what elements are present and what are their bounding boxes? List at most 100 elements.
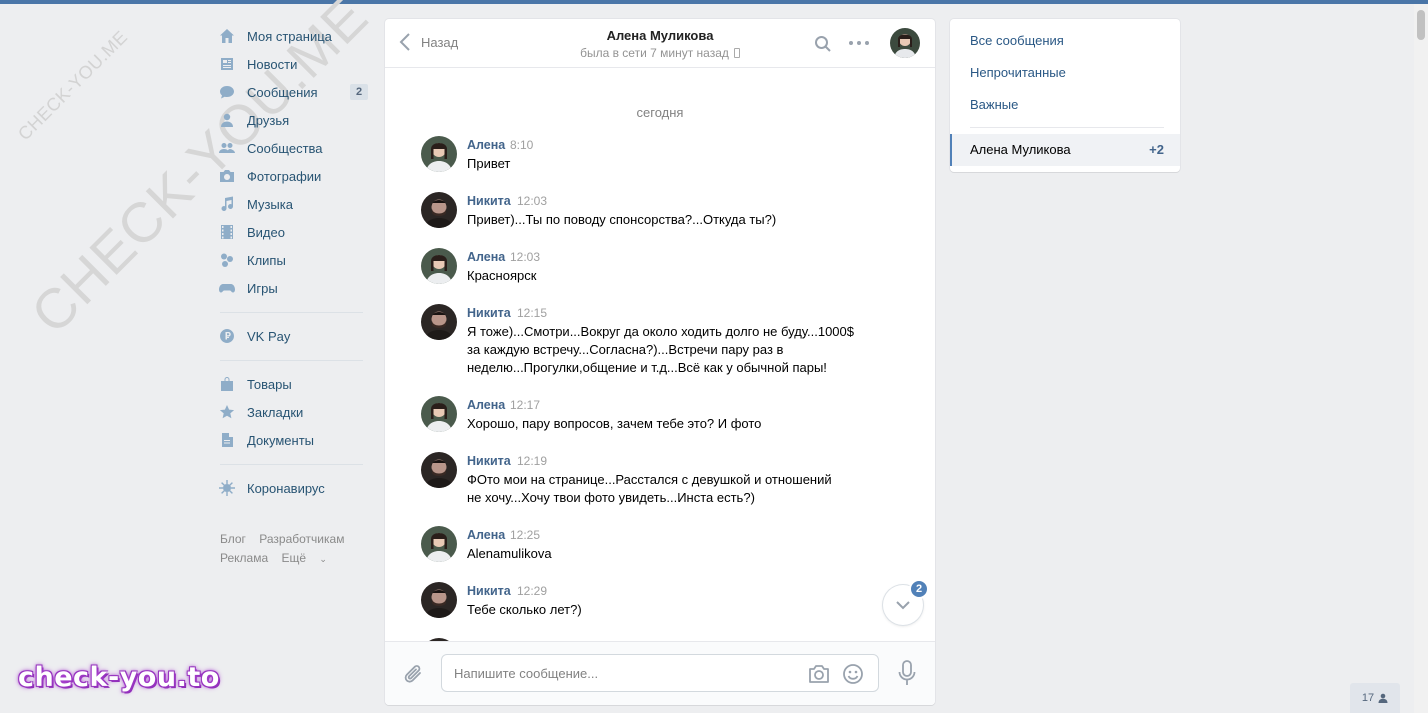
nav-item-friends[interactable]: Друзья (218, 106, 368, 134)
filter-all-messages[interactable]: Все сообщения (970, 33, 1064, 48)
nav-item-label: Моя страница (247, 28, 332, 44)
nav-item-vk-pay[interactable]: VK Pay (218, 322, 368, 350)
footer-link-developers[interactable]: Разработчикам (259, 532, 344, 546)
nav-item-goods[interactable]: Товары (218, 370, 368, 398)
message-author[interactable]: Никита (467, 194, 511, 208)
alena-avatar[interactable] (421, 396, 457, 432)
page-scrollbar[interactable] (1414, 4, 1428, 713)
message-text: Тебе сколько лет?) (467, 602, 582, 617)
nav-item-label: Закладки (247, 404, 304, 420)
message-time: 12:15 (517, 306, 548, 320)
nav-item-bookmarks[interactable]: Закладки (218, 398, 368, 426)
active-conversation-item[interactable]: Алена Муликова +2 (950, 134, 1180, 166)
microphone-icon[interactable] (897, 660, 917, 686)
search-icon[interactable] (814, 35, 832, 53)
paperclip-icon[interactable] (403, 662, 425, 686)
nav-item-documents[interactable]: Документы (218, 426, 368, 454)
scroll-to-bottom-button[interactable]: 2 (883, 579, 929, 625)
nav-divider (220, 464, 363, 465)
top-accent-bar (0, 0, 1428, 4)
camera-icon (218, 167, 236, 185)
active-conversation-name: Алена Муликова (970, 142, 1071, 157)
person-icon (1378, 693, 1388, 703)
nikita-avatar[interactable] (421, 304, 457, 340)
footer-links: Блог Разработчикам Реклама Ещё ⌄ (220, 530, 370, 569)
smile-icon[interactable] (842, 663, 864, 685)
messages-count-badge: 2 (350, 84, 368, 100)
nikita-avatar[interactable] (421, 192, 457, 228)
message-author[interactable]: Никита (467, 306, 511, 320)
message-text: Хорошо, пару вопросов, зачем тебе это? И… (467, 416, 762, 431)
document-icon (218, 431, 236, 449)
message-text: Красноярск (467, 268, 537, 283)
message-time: 12:17 (510, 398, 541, 412)
date-separator: сегодня (636, 105, 684, 120)
nav-item-label: Игры (247, 280, 278, 296)
nav-item-label: Музыка (247, 196, 293, 212)
message-input-box (441, 654, 879, 692)
footer-link-ads[interactable]: Реклама (220, 551, 268, 565)
chat-partner-avatar[interactable] (890, 28, 920, 58)
message-author[interactable]: Алена (467, 528, 505, 542)
nav-divider (220, 360, 363, 361)
chevron-down-icon: ⌄ (319, 554, 327, 564)
chat-title[interactable]: Алена Муликова (560, 28, 760, 43)
alena-avatar[interactable] (421, 526, 457, 562)
online-friends-button[interactable]: 17 (1350, 683, 1400, 713)
camera-icon[interactable] (808, 664, 830, 684)
film-icon (218, 223, 236, 241)
nav-item-label: Клипы (247, 252, 286, 268)
message-time: 12:29 (517, 584, 548, 598)
message-item: Алена 12:03 Красноярск (421, 248, 881, 288)
more-options-icon[interactable] (849, 41, 869, 47)
nav-item-photos[interactable]: Фотографии (218, 162, 368, 190)
message-input[interactable] (454, 664, 784, 682)
footer-link-blog[interactable]: Блог (220, 532, 246, 546)
nav-item-games[interactable]: Игры (218, 274, 368, 302)
nav-item-messages[interactable]: Сообщения 2 (218, 78, 368, 106)
message-author[interactable]: Никита (467, 454, 511, 468)
left-nav: Моя страница Новости Сообщения 2 Друзья … (218, 22, 368, 502)
active-conversation-count: +2 (1149, 142, 1164, 157)
message-text: Alenamulikova (467, 546, 552, 561)
message-item: Никита 12:19 ФОто мои на странице...Расс… (421, 452, 881, 510)
message-author[interactable]: Алена (467, 250, 505, 264)
scrollbar-thumb[interactable] (1417, 10, 1425, 40)
alena-avatar[interactable] (421, 136, 457, 172)
chevron-left-icon (399, 33, 410, 51)
online-count: 17 (1361, 692, 1375, 704)
nav-item-my-page[interactable]: Моя страница (218, 22, 368, 50)
message-item: Алена 8:10 Привет (421, 136, 881, 176)
back-button[interactable]: Назад (399, 33, 458, 51)
nav-item-label: Сообщества (247, 140, 323, 156)
message-author[interactable]: Никита (467, 584, 511, 598)
nav-item-label: Фотографии (247, 168, 322, 184)
nav-item-news[interactable]: Новости (218, 50, 368, 78)
nikita-avatar[interactable] (421, 452, 457, 488)
filter-important[interactable]: Важные (970, 97, 1018, 112)
star-icon (218, 403, 236, 421)
message-time: 12:03 (517, 194, 548, 208)
message-author[interactable]: Алена (467, 398, 505, 412)
chevron-down-icon (896, 601, 910, 610)
nav-item-label: Товары (247, 376, 292, 392)
nav-item-communities[interactable]: Сообщества (218, 134, 368, 162)
alena-avatar[interactable] (421, 248, 457, 284)
virus-icon (218, 479, 236, 497)
nav-item-clips[interactable]: Клипы (218, 246, 368, 274)
message-item: Алена 12:17 Хорошо, пару вопросов, зачем… (421, 396, 881, 436)
right-filter-panel: Все сообщения Непрочитанные Важные Алена… (950, 19, 1180, 172)
footer-link-more[interactable]: Ещё ⌄ (281, 551, 336, 565)
message-author[interactable]: Алена (467, 138, 505, 152)
chat-status-text: была в сети 7 минут назад (580, 46, 729, 60)
nav-item-video[interactable]: Видео (218, 218, 368, 246)
nav-item-coronavirus[interactable]: Коронавирус (218, 474, 368, 502)
chat-header: Назад Алена Муликова была в сети 7 минут… (385, 19, 935, 68)
nikita-avatar[interactable] (421, 582, 457, 618)
gamepad-icon (218, 279, 236, 297)
friends-icon (218, 111, 236, 129)
message-item: Никита 12:29 Тебе сколько лет?) (421, 582, 881, 622)
filter-unread[interactable]: Непрочитанные (970, 65, 1066, 80)
home-icon (218, 27, 236, 45)
nav-item-music[interactable]: Музыка (218, 190, 368, 218)
